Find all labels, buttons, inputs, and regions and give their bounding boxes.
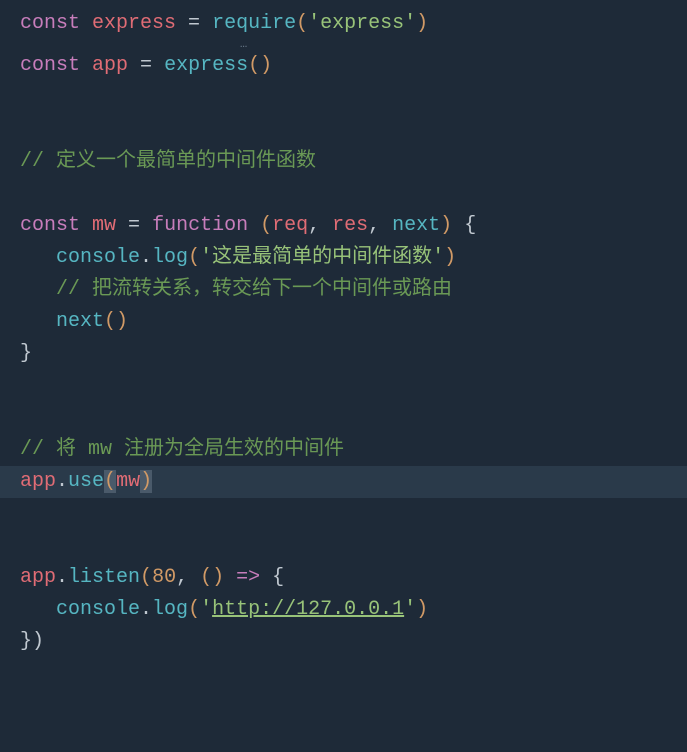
code-line-4: const mw = function (req, res, next) { — [20, 210, 667, 242]
var-app: app — [20, 470, 56, 493]
comment-text: 定义一个最简单的中间件函数 — [44, 150, 316, 173]
comment-mw-ref: mw — [88, 438, 112, 461]
blank-line — [20, 370, 667, 402]
param-res: res — [332, 214, 368, 237]
keyword-function: function — [152, 214, 248, 237]
code-line-1: const express = require('express') — [20, 8, 667, 40]
blank-line — [20, 402, 667, 434]
collapse-hint: … — [240, 40, 667, 50]
blank-line — [20, 498, 667, 530]
code-line-comment-1: // 定义一个最简单的中间件函数 — [20, 146, 667, 178]
code-line-active: app.use(mw) — [0, 466, 687, 498]
fn-require: require — [212, 12, 296, 35]
blank-line — [20, 114, 667, 146]
blank-line — [20, 530, 667, 562]
code-line-7: next() — [20, 306, 667, 338]
url-link[interactable]: http://127.0.0.1 — [212, 598, 404, 621]
number-port: 80 — [152, 566, 176, 589]
param-req: req — [272, 214, 308, 237]
var-app: app — [92, 54, 128, 77]
method-use: use — [68, 470, 104, 493]
param-next: next — [392, 214, 440, 237]
code-line-5: console.log('这是最简单的中间件函数') — [20, 242, 667, 274]
selection-end: ) — [140, 470, 152, 493]
comment-slash: // — [20, 150, 44, 173]
arrow-fn: => — [224, 566, 272, 589]
code-line-2: const app = express() — [20, 50, 667, 82]
string-log-msg: '这是最简单的中间件函数' — [200, 246, 444, 269]
keyword-const: const — [20, 12, 80, 35]
selection-start: ( — [104, 470, 116, 493]
var-mw: mw — [116, 470, 140, 493]
code-line-11: app.listen(80, () => { — [20, 562, 667, 594]
code-line-comment-2: // 把流转关系，转交给下一个中间件或路由 — [20, 274, 667, 306]
code-line-12: console.log('http://127.0.0.1') — [20, 594, 667, 626]
string-express: 'express' — [308, 12, 416, 35]
method-listen: listen — [68, 566, 140, 589]
comment-text: 把流转关系，转交给下一个中间件或路由 — [80, 278, 452, 301]
code-line-8: } — [20, 338, 667, 370]
code-editor[interactable]: const express = require('express') … con… — [20, 8, 667, 658]
blank-line — [20, 82, 667, 114]
blank-line — [20, 178, 667, 210]
method-log: log — [152, 246, 188, 269]
console: console — [56, 246, 140, 269]
fn-next: next — [56, 310, 104, 333]
var-mw: mw — [92, 214, 116, 237]
code-line-comment-3: // 将 mw 注册为全局生效的中间件 — [20, 434, 667, 466]
code-line-13: }) — [20, 626, 667, 658]
var-express: express — [92, 12, 176, 35]
